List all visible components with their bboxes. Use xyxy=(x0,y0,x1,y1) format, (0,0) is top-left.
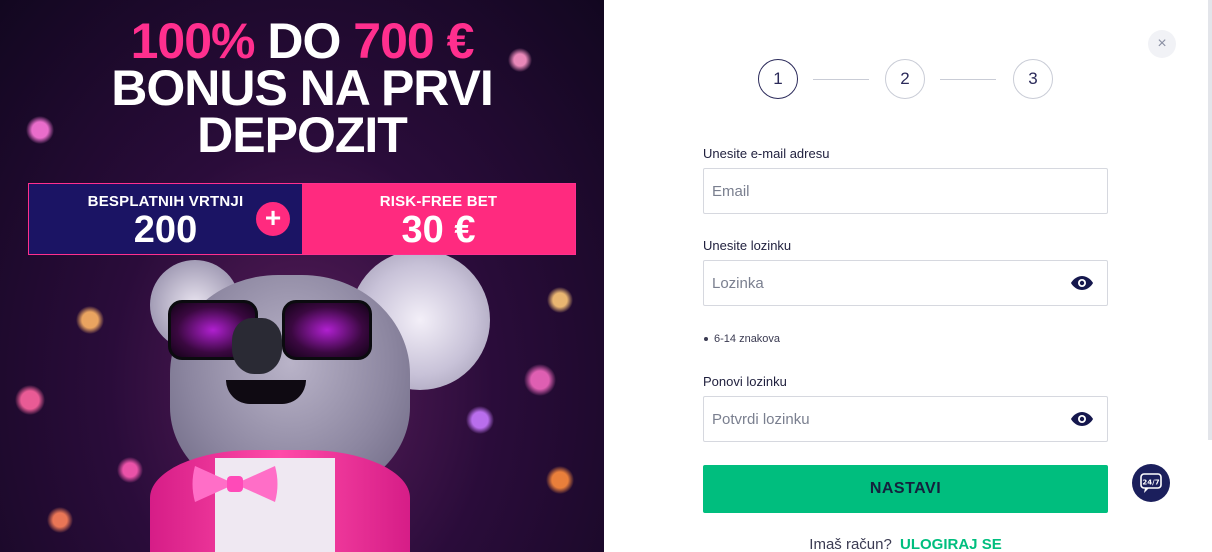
promo-headline: 100% DO 700 € BONUS NA PRVI DEPOZIT xyxy=(0,16,604,163)
step-3: 3 xyxy=(1013,59,1053,99)
close-button[interactable]: × xyxy=(1148,30,1176,58)
koala-nose xyxy=(232,318,282,374)
login-prompt-row: Imaš račun? ULOGIRAJ SE xyxy=(703,536,1108,552)
step-divider xyxy=(940,79,996,80)
eye-icon[interactable] xyxy=(1071,412,1093,426)
headline-line-2: BONUS NA PRVI xyxy=(111,60,494,116)
bowtie-icon xyxy=(192,466,278,502)
promo-banner: 100% DO 700 € BONUS NA PRVI DEPOZIT BESP… xyxy=(0,0,604,552)
headline-line-3: DEPOZIT xyxy=(197,107,408,163)
password-field-box[interactable] xyxy=(703,260,1108,306)
risk-free-value: 30 € xyxy=(401,209,476,251)
chat-label: 24/7 xyxy=(1142,479,1159,487)
password-input[interactable] xyxy=(712,274,1071,292)
risk-free-label: RISK-FREE BET xyxy=(379,193,498,210)
step-1: 1 xyxy=(758,59,798,99)
email-label: Unesite e-mail adresu xyxy=(703,146,830,161)
confirm-password-label: Ponovi lozinku xyxy=(703,374,787,389)
live-chat-button[interactable]: 24/7 xyxy=(1132,464,1170,502)
email-input[interactable] xyxy=(712,182,1107,200)
offer-box: BESPLATNIH VRTNJI 200 RISK-FREE BET 30 € xyxy=(28,183,576,255)
chat-24-7-icon: 24/7 xyxy=(1140,473,1162,493)
plus-icon: + xyxy=(254,200,292,238)
login-prompt-text: Imaš račun? xyxy=(809,536,892,552)
password-label: Unesite lozinku xyxy=(703,238,792,253)
step-2: 2 xyxy=(885,59,925,99)
confirm-password-field-box[interactable] xyxy=(703,396,1108,442)
continue-button[interactable]: NASTAVI xyxy=(703,465,1108,513)
step-indicator: 1 2 3 xyxy=(758,59,1058,99)
scrollbar[interactable] xyxy=(1208,0,1212,440)
registration-panel: × 1 2 3 Unesite e-mail adresu Unesite lo… xyxy=(604,0,1212,552)
offer-risk-free-bet: RISK-FREE BET 30 € xyxy=(302,184,575,254)
step-divider xyxy=(813,79,869,80)
koala-mouth xyxy=(226,380,306,404)
email-field-box[interactable] xyxy=(703,168,1108,214)
sunglasses-right-lens xyxy=(282,300,372,360)
eye-icon[interactable] xyxy=(1071,276,1093,290)
confirm-password-input[interactable] xyxy=(712,410,1071,428)
login-link[interactable]: ULOGIRAJ SE xyxy=(900,536,1002,552)
password-hint: 6-14 znakova xyxy=(703,333,781,345)
